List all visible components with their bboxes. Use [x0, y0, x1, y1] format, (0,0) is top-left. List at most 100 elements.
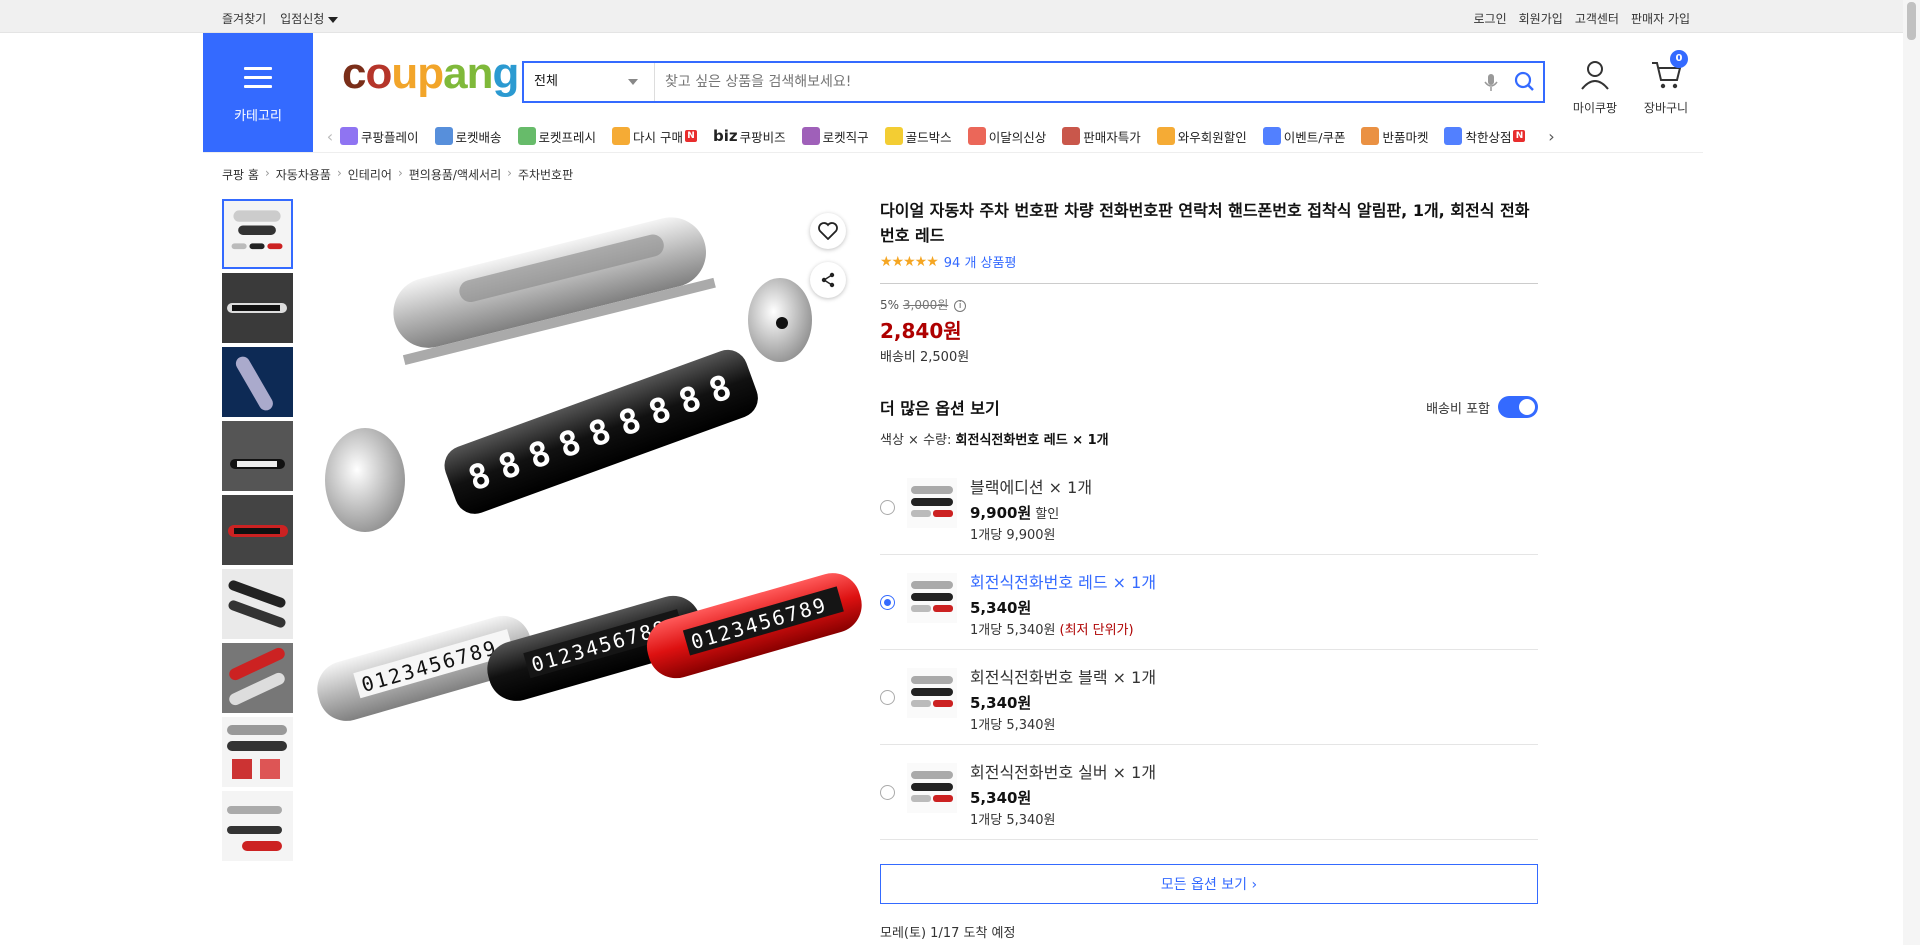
- option-thumbnail: [907, 763, 957, 813]
- option-price: 5,340원: [970, 599, 1032, 617]
- thumbnail-1[interactable]: [222, 199, 293, 269]
- shipping-include-toggle[interactable]: [1498, 396, 1538, 418]
- goldbox-icon: [884, 127, 903, 145]
- info-icon[interactable]: i: [954, 299, 967, 312]
- nav-item-5[interactable]: 로켓직구: [801, 127, 869, 146]
- nav-item-3[interactable]: 다시 구매 N: [612, 127, 698, 146]
- category-menu-button[interactable]: 카테고리: [203, 33, 313, 152]
- option-unit-price: 1개당 5,340원 (최저 단위가): [970, 623, 1134, 638]
- breadcrumb-item[interactable]: 인테리어: [348, 166, 392, 183]
- cart-button[interactable]: 0 장바구니: [1638, 50, 1694, 116]
- thumbnail-6[interactable]: [222, 569, 293, 639]
- seller-signup-link[interactable]: 판매자 가입: [1631, 10, 1690, 27]
- option-list: 블랙에디션 × 1개 9,900원 할인 1개당 9,900원 회전식전화번호 레드 ×…: [880, 460, 1538, 840]
- favorites-link[interactable]: 즐겨찾기: [222, 10, 266, 27]
- option-item[interactable]: 회전식전화번호 블랙 × 1개 5,340원 1개당 5,340원: [880, 650, 1538, 745]
- header-divider: [203, 152, 1703, 153]
- option-item[interactable]: 회전식전화번호 레드 × 1개 5,340원 1개당 5,340원 (최저 단위가): [880, 555, 1538, 650]
- nav-next-arrow-icon[interactable]: ›: [1541, 127, 1561, 146]
- thumbnail-7[interactable]: [222, 643, 293, 713]
- thumbnail-9[interactable]: [222, 791, 293, 861]
- search-category-select[interactable]: 전체: [524, 63, 655, 101]
- nav-item-label: 판매자특가: [1083, 129, 1141, 145]
- breadcrumb-item[interactable]: 자동차용품: [276, 166, 331, 183]
- option-thumbnail: [907, 668, 957, 718]
- thumbnail-2[interactable]: [222, 273, 293, 343]
- option-thumbnail: [907, 573, 957, 623]
- search-input[interactable]: [655, 63, 1475, 101]
- nav-item-label: 이달의신상: [988, 129, 1047, 145]
- thumbnail-4[interactable]: [222, 421, 293, 491]
- nav-item-9[interactable]: 와우회원할인: [1156, 127, 1247, 146]
- shipping-include-toggle-row: 배송비 포함: [1426, 396, 1538, 418]
- new-icon: [967, 127, 986, 145]
- vendor-apply-link[interactable]: 입점신청: [280, 10, 339, 27]
- delivery-day: 모레(토): [880, 926, 927, 941]
- mycoupang-button[interactable]: 마이쿠팡: [1567, 60, 1623, 116]
- nav-item-1[interactable]: 로켓배송: [434, 127, 502, 146]
- vendor-apply-label: 입점신청: [280, 12, 325, 26]
- dropdown-arrow-icon: [628, 79, 638, 85]
- scrollbar-thumb[interactable]: [1907, 2, 1916, 40]
- selected-option-summary: 색상 × 수량: 회전식전화번호 레드 × 1개: [880, 429, 1538, 448]
- nav-item-label: 반품마켓: [1382, 129, 1429, 145]
- voice-search-icon[interactable]: [1475, 63, 1507, 101]
- thumbnail-8[interactable]: [222, 717, 293, 787]
- nav-item-0[interactable]: 쿠팡플레이: [340, 127, 419, 146]
- nav-item-4[interactable]: biz 쿠팡비즈: [713, 127, 786, 146]
- nav-item-label: 로켓프레시: [538, 129, 597, 145]
- shipping-fee: 배송비 2,500원: [880, 350, 970, 365]
- thumbnail-list: [222, 199, 293, 865]
- search-icon[interactable]: [1507, 63, 1543, 101]
- nav-item-11[interactable]: 반품마켓: [1361, 127, 1428, 146]
- breadcrumb-item[interactable]: 쿠팡 홈: [222, 166, 259, 183]
- nav-item-12[interactable]: 착한상점 N: [1444, 127, 1526, 146]
- option-unit-price: 1개당 5,340원: [970, 718, 1056, 733]
- nav-item-6[interactable]: 골드박스: [884, 127, 952, 146]
- option-item[interactable]: 회전식전화번호 실버 × 1개 5,340원 1개당 5,340원: [880, 745, 1538, 840]
- customer-center-link[interactable]: 고객센터: [1575, 10, 1619, 27]
- selected-option-label: 색상 × 수량:: [880, 433, 952, 448]
- review-count-link[interactable]: 94 개 상품평: [944, 252, 1017, 271]
- wow-icon: [1156, 127, 1175, 145]
- product-title: 다이얼 자동차 주차 번호판 차량 전화번호판 연락처 핸드폰번호 접착식 알림…: [880, 201, 1530, 245]
- search-bar: 전체: [522, 61, 1545, 103]
- login-link[interactable]: 로그인: [1474, 10, 1507, 27]
- option-radio[interactable]: [880, 595, 895, 610]
- signup-link[interactable]: 회원가입: [1519, 10, 1563, 27]
- main-product-image[interactable]: 888888888 0123456789 0123456789 01234567…: [310, 205, 865, 750]
- nav-prev-arrow-icon[interactable]: ‹: [320, 127, 340, 146]
- option-radio[interactable]: [880, 785, 895, 800]
- share-icon[interactable]: [810, 262, 846, 298]
- page-scrollbar[interactable]: [1903, 0, 1920, 945]
- wishlist-heart-icon[interactable]: [810, 213, 846, 249]
- cart-count-badge: 0: [1670, 50, 1688, 68]
- rocket-icon: [434, 127, 453, 145]
- thumbnail-5[interactable]: [222, 495, 293, 565]
- coupang-play-icon: [340, 127, 358, 145]
- nav-item-label: 쿠팡플레이: [361, 129, 419, 145]
- rocket-direct-icon: [801, 127, 820, 145]
- nav-item-label: 착한상점: [1465, 129, 1512, 145]
- biz-icon: biz: [713, 127, 738, 145]
- nav-item-8[interactable]: 판매자특가: [1062, 127, 1141, 146]
- breadcrumb-item[interactable]: 편의용품/액세서리: [409, 166, 501, 183]
- option-name: 회전식전화번호 블랙 × 1개: [970, 668, 1157, 687]
- option-radio[interactable]: [880, 500, 895, 515]
- rocket-fresh-icon: [517, 127, 536, 145]
- rating-row[interactable]: ★★★★★ 94 개 상품평: [880, 252, 1538, 272]
- option-radio[interactable]: [880, 690, 895, 705]
- breadcrumb-item[interactable]: 주차번호판: [518, 166, 573, 183]
- divider: [880, 283, 1538, 284]
- nav-item-2[interactable]: 로켓프레시: [517, 127, 597, 146]
- thumbnail-3[interactable]: [222, 347, 293, 417]
- nav-item-label: 이벤트/쿠폰: [1283, 129, 1346, 145]
- coupang-logo[interactable]: coupang: [342, 52, 519, 96]
- nav-item-10[interactable]: 이벤트/쿠폰: [1262, 127, 1346, 146]
- option-item[interactable]: 블랙에디션 × 1개 9,900원 할인 1개당 9,900원: [880, 460, 1538, 555]
- all-options-button[interactable]: 모든 옵션 보기 ›: [880, 864, 1538, 904]
- option-price: 9,900원 할인: [970, 504, 1060, 522]
- option-name: 회전식전화번호 레드 × 1개: [970, 573, 1157, 592]
- nav-item-7[interactable]: 이달의신상: [967, 127, 1047, 146]
- new-badge: N: [1513, 130, 1526, 142]
